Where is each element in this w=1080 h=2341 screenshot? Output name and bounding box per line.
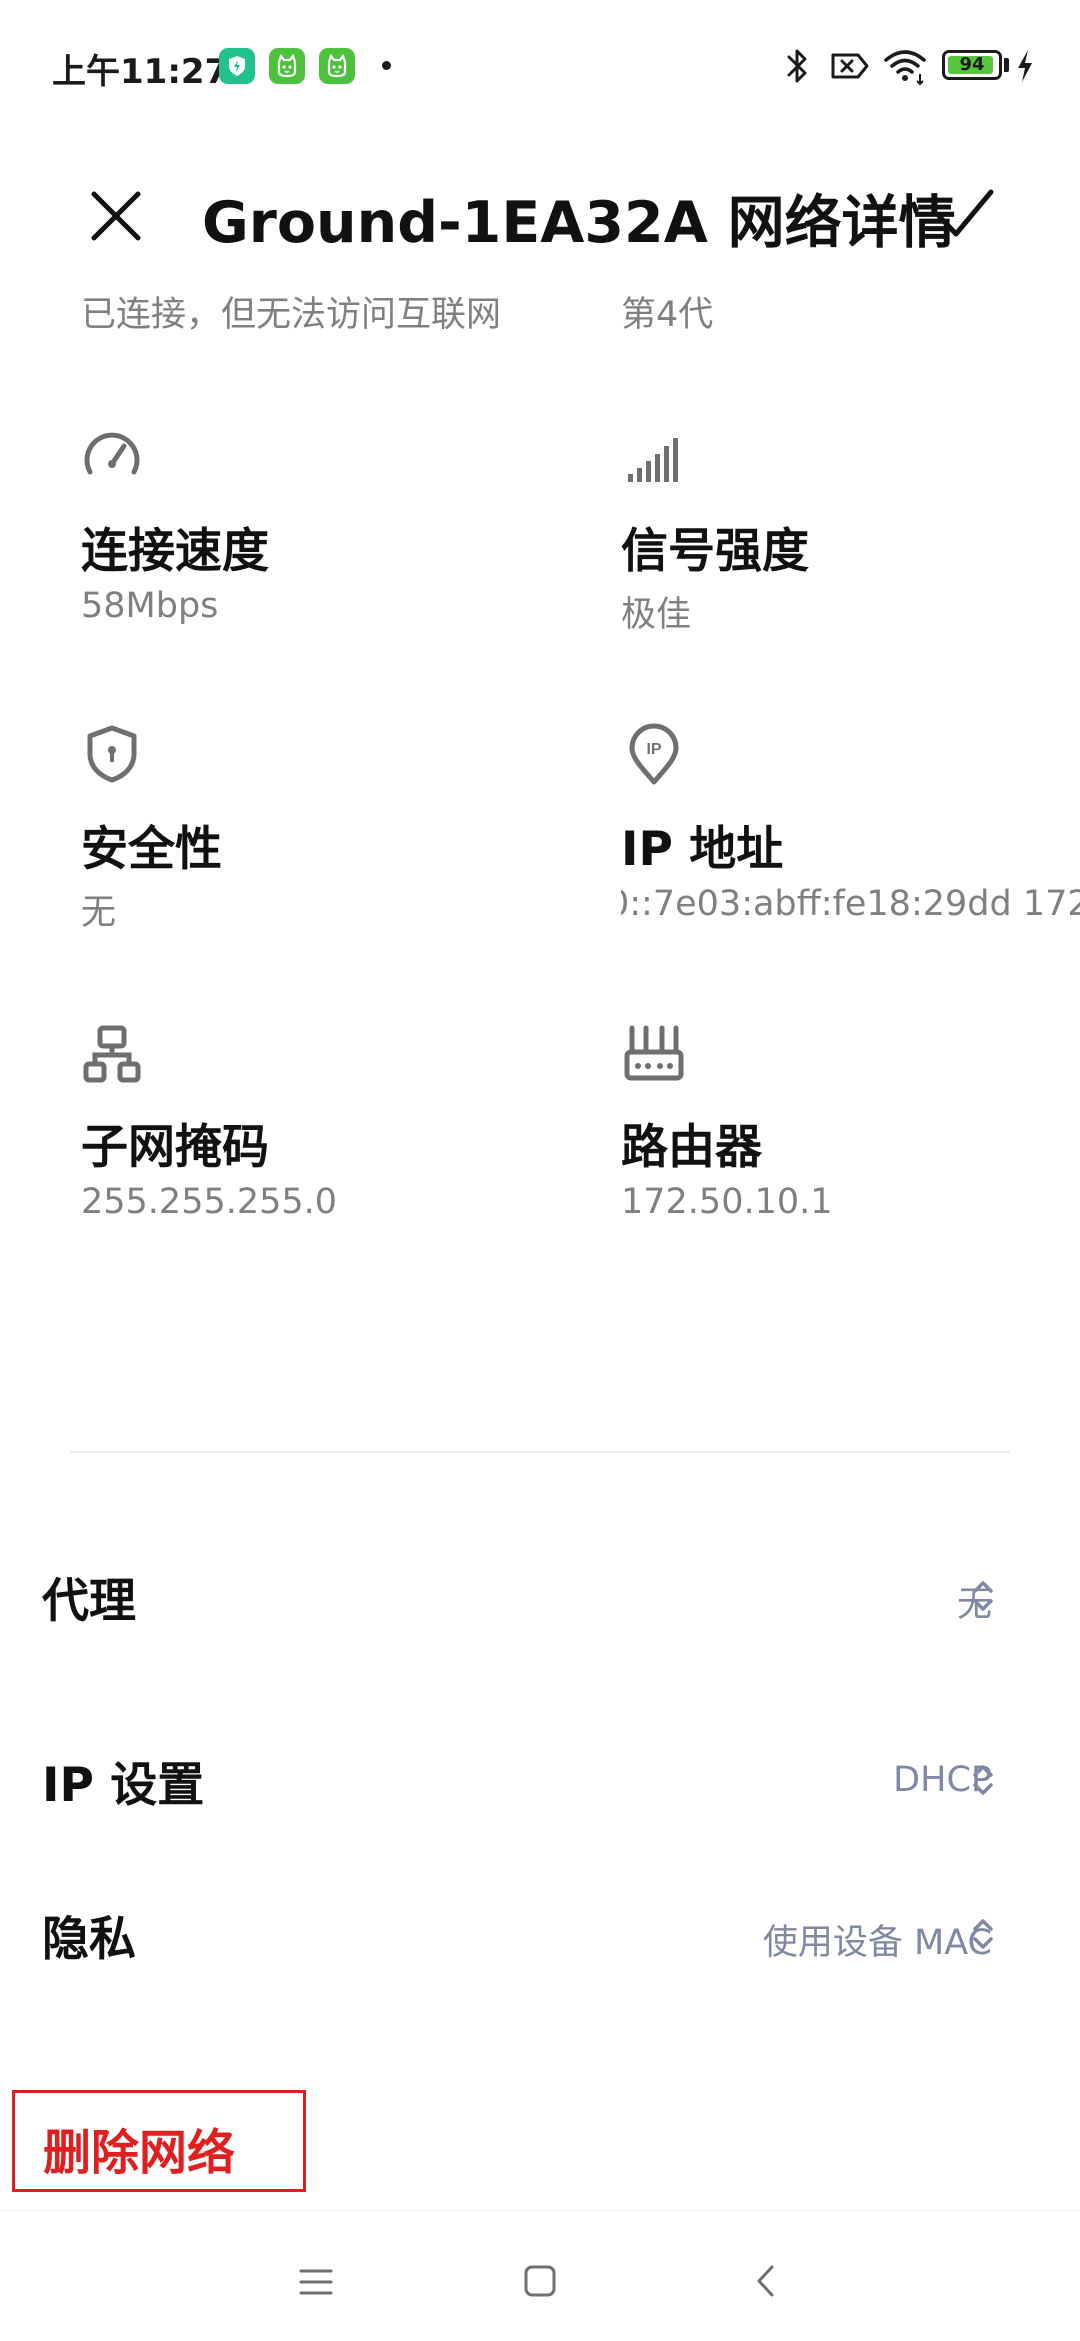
shield-app-icon (219, 48, 255, 84)
back-icon[interactable] (752, 2263, 780, 2299)
bluetooth-icon (787, 49, 807, 83)
charging-icon (1018, 50, 1032, 82)
detail-value-router: 172.50.10.1 (621, 1182, 833, 1222)
subnet-icon (83, 1025, 141, 1083)
router-icon (624, 1025, 684, 1081)
wifi-icon (884, 50, 926, 86)
setting-row-ip-settings[interactable]: IP 设置 DHCP (0, 1724, 1080, 1834)
setting-row-privacy[interactable]: 隐私 使用设备 MAC (0, 1878, 1080, 1988)
page-title: Ground-1EA32A 网络详情 (202, 190, 956, 256)
signal-strength-icon (628, 438, 678, 482)
setting-label-privacy: 隐私 (42, 1912, 136, 1967)
status-bar: 上午11:27 94 (0, 0, 1080, 130)
setting-row-proxy[interactable]: 代理 无 (0, 1540, 1080, 1650)
wifi-generation: 第4代 (621, 295, 714, 335)
svg-text:IP: IP (646, 741, 661, 758)
detail-value-subnet: 255.255.255.0 (81, 1182, 338, 1222)
sim-blocked-icon (831, 53, 869, 79)
ip-location-icon: IP (629, 723, 679, 785)
speedometer-icon (84, 432, 140, 475)
battery-level-text: 94 (959, 54, 985, 75)
detail-value-speed: 58Mbps (81, 586, 219, 626)
connection-status: 已连接，但无法访问互联网 (81, 295, 502, 335)
close-icon[interactable] (86, 186, 146, 246)
section-divider (70, 1451, 1010, 1453)
delete-network-button[interactable]: 删除网络 (12, 2090, 306, 2192)
home-icon[interactable] (522, 2263, 558, 2299)
setting-label-proxy: 代理 (42, 1574, 136, 1629)
detail-label-speed: 连接速度 (81, 524, 269, 579)
setting-label-ip-settings: IP 设置 (42, 1758, 205, 1813)
shield-icon (87, 725, 137, 783)
up-down-chevron-icon (973, 1765, 993, 1795)
battery-cap (1004, 58, 1009, 72)
detail-label-security: 安全性 (81, 822, 222, 877)
detail-value-security: 无 (81, 893, 117, 933)
status-time: 上午11:27 (52, 52, 229, 92)
detail-label-subnet: 子网掩码 (81, 1120, 269, 1175)
detail-label-signal: 信号强度 (621, 524, 809, 579)
up-down-chevron-icon (973, 1581, 993, 1611)
detail-label-ip: IP 地址 (621, 822, 784, 877)
notification-dot (382, 61, 391, 70)
delete-network-label: 删除网络 (43, 2125, 236, 2181)
menu-icon[interactable] (298, 2267, 334, 2297)
setting-value-privacy: 使用设备 MAC (762, 1923, 992, 1963)
detail-label-router: 路由器 (621, 1120, 762, 1175)
cat-app-icon-2 (319, 48, 355, 84)
ip-value-clip: 0::7e03:abff:fe18:29dd 172.50.10.9 (621, 884, 1080, 932)
up-down-chevron-icon (973, 1919, 993, 1949)
detail-value-ip: 0::7e03:abff:fe18:29dd 172.50.10.9 (621, 884, 1080, 924)
check-icon[interactable] (934, 186, 996, 244)
detail-value-signal: 极佳 (621, 595, 692, 635)
cat-app-icon (269, 48, 305, 84)
battery-icon: 94 (942, 50, 1002, 80)
navigation-bar (0, 2210, 1080, 2341)
